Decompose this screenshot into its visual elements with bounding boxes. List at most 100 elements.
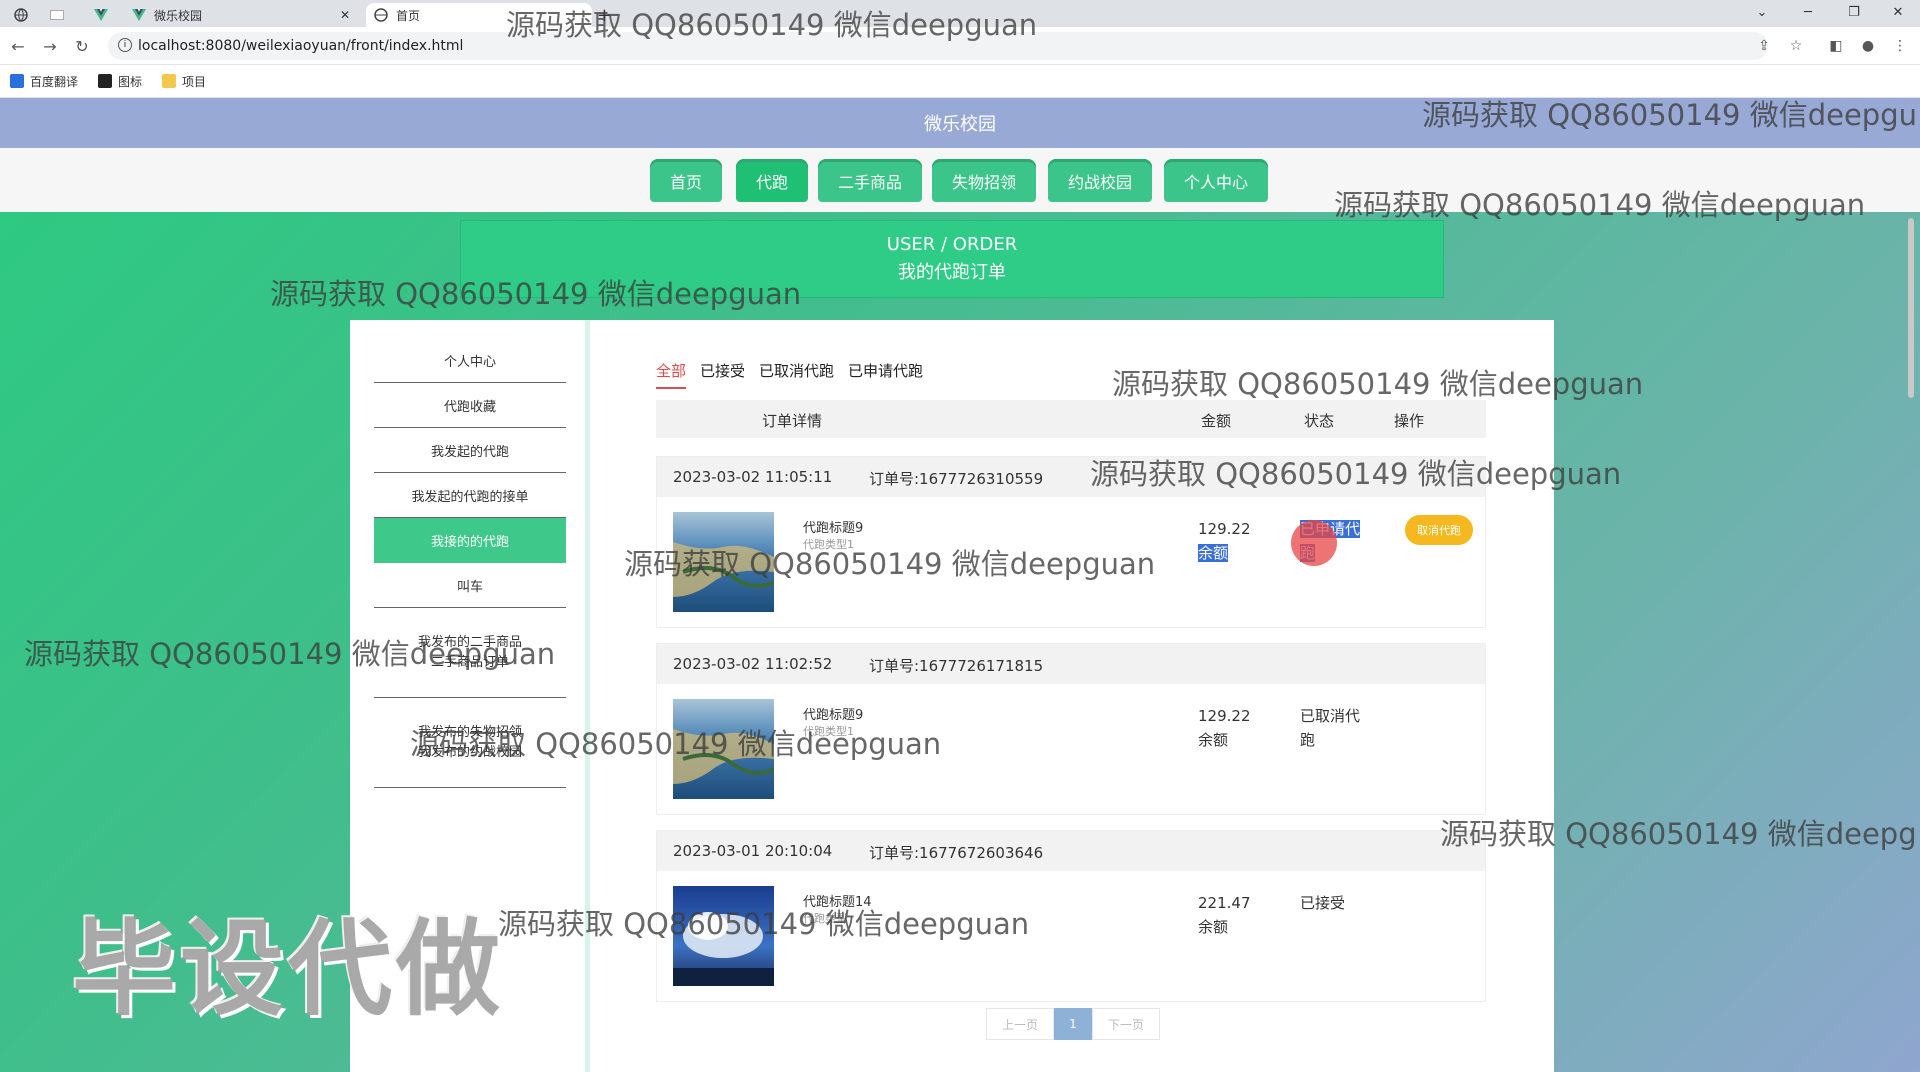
banner-cn: 我的代跑订单	[898, 262, 1006, 283]
watermark: 源码获取 QQ86050149 微信deepguan	[1090, 457, 1622, 491]
header-status: 状态	[1304, 412, 1335, 430]
browser-tab-3[interactable]	[94, 3, 116, 27]
tab-cancelled[interactable]: 已取消代跑	[759, 360, 834, 389]
vue-logo-icon	[132, 8, 146, 22]
scrollbar-thumb[interactable]	[1908, 218, 1914, 398]
browser-tab-4[interactable]: 微乐校园 ✕	[132, 3, 358, 27]
restore-icon[interactable]: ❐	[1832, 0, 1876, 24]
menu-home[interactable]: 首页	[650, 159, 722, 202]
watermark: 源码获取 QQ86050149 微信deepguan	[1334, 188, 1866, 222]
bookmark-translate[interactable]: 百度翻译	[10, 73, 78, 90]
menu-lost-found[interactable]: 失物招领	[932, 159, 1036, 202]
forward-icon[interactable]: →	[40, 36, 60, 56]
browser-tab-title: 微乐校园	[154, 8, 203, 23]
pay-method: 余额	[1198, 918, 1229, 936]
close-window-icon[interactable]: ✕	[1876, 0, 1920, 24]
globe-icon	[374, 8, 388, 22]
menu-errand[interactable]: 代跑	[736, 159, 808, 202]
sidepanel-icon[interactable]: ◧	[1828, 38, 1844, 54]
menu-secondhand[interactable]: 二手商品	[818, 159, 922, 202]
star-icon[interactable]: ☆	[1788, 38, 1804, 54]
sidebar-item-favorites[interactable]: 代跑收藏	[374, 383, 566, 428]
order-number: 订单号:1677726171815	[869, 657, 1044, 675]
sidebar-item-taken-errands[interactable]: 我接的的代跑	[374, 518, 566, 563]
site-title: 微乐校园	[924, 114, 996, 135]
order-amount: 129.22 余额	[1198, 704, 1251, 752]
back-icon[interactable]: ←	[8, 36, 28, 56]
order-time: 2023-03-02 11:05:11	[673, 468, 833, 486]
cancel-errand-button[interactable]: 取消代跑	[1405, 515, 1473, 545]
amount-value: 129.22	[1198, 707, 1251, 725]
header-action: 操作	[1394, 412, 1425, 430]
folder-icon	[162, 74, 177, 88]
header-amount: 金额	[1201, 412, 1232, 430]
sidebar-item-my-errands[interactable]: 我发起的代跑	[374, 428, 566, 473]
order-status: 已接受	[1300, 894, 1346, 912]
page-1-button[interactable]: 1	[1054, 1008, 1092, 1040]
watermark: 源码获取 QQ86050149 微信deepguan	[498, 907, 1030, 941]
info-icon[interactable]: i	[118, 38, 132, 52]
tab-applied[interactable]: 已申请代跑	[848, 360, 923, 389]
banner-en: USER / ORDER	[886, 234, 1018, 255]
reload-icon[interactable]: ↻	[72, 36, 92, 56]
bookmark-label: 项目	[182, 74, 207, 89]
watermark: 源码获取 QQ86050149 微信deepg	[1440, 817, 1917, 851]
order-head: 2023-03-01 20:10:04 订单号:1677672603646	[657, 831, 1485, 871]
header-detail: 订单详情	[762, 412, 823, 430]
order-amount: 221.47 余额	[1198, 891, 1251, 939]
browser-tab-1[interactable]	[14, 3, 36, 27]
amount-value: 129.22	[1198, 520, 1251, 538]
order-time: 2023-03-01 20:10:04	[673, 842, 833, 860]
order-head: 2023-03-02 11:02:52 订单号:1677726171815	[657, 644, 1485, 684]
next-page-button[interactable]: 下一页	[1092, 1008, 1160, 1040]
watermark: 源码获取 QQ86050149 微信deepguan	[506, 8, 1038, 42]
watermark: 源码获取 QQ86050149 微信deepguan	[24, 637, 556, 671]
tab-all[interactable]: 全部	[656, 360, 687, 389]
browser-tab-title: 首页	[396, 8, 421, 23]
close-icon[interactable]: ✕	[340, 8, 350, 22]
url-text: localhost:8080/weilexiaoyuan/front/index…	[138, 38, 464, 54]
browser-tab-2[interactable]	[50, 3, 72, 27]
pay-method: 余额	[1198, 731, 1229, 749]
bookmark-label: 百度翻译	[30, 74, 79, 89]
amount-value: 221.47	[1198, 894, 1251, 912]
sidebar-item-errand-accepts[interactable]: 我发起的代跑的接单	[374, 473, 566, 518]
watermark: 源码获取 QQ86050149 微信deepguan	[270, 277, 802, 311]
order-tabs: 全部 已接受 已取消代跑 已申请代跑	[656, 360, 937, 389]
pagination: 上一页 1 下一页	[986, 1008, 1160, 1040]
big-watermark: 毕设代做	[72, 908, 505, 1030]
tab-accepted[interactable]: 已接受	[700, 360, 745, 389]
menu-profile[interactable]: 个人中心	[1164, 159, 1268, 202]
bookmark-label: 图标	[118, 74, 143, 89]
minimize-icon[interactable]: ─	[1786, 0, 1830, 24]
order-time: 2023-03-02 11:02:52	[673, 655, 833, 673]
pay-method: 余额	[1198, 544, 1229, 562]
translate-icon	[10, 74, 24, 88]
more-icon[interactable]: ⋮	[1892, 38, 1908, 54]
order-status: 已取消代跑	[1300, 707, 1361, 749]
page-scrollbar[interactable]	[1906, 218, 1916, 1068]
order-amount: 129.22 余额	[1198, 517, 1251, 565]
menu-campus-match[interactable]: 约战校园	[1048, 159, 1152, 202]
profile-icon[interactable]: ●	[1860, 38, 1876, 54]
share-icon[interactable]: ⇪	[1756, 38, 1772, 54]
table-header: 订单详情 金额 状态 操作	[656, 400, 1486, 438]
prev-page-button[interactable]: 上一页	[986, 1008, 1054, 1040]
image-icon	[98, 74, 113, 88]
order-number: 订单号:1677726310559	[869, 470, 1044, 488]
bookmark-icons[interactable]: 图标	[98, 73, 142, 90]
order-number: 订单号:1677672603646	[869, 844, 1044, 862]
sidebar-item-car[interactable]: 叫车	[374, 563, 566, 608]
watermark: 源码获取 QQ86050149 微信deepguan	[1112, 367, 1644, 401]
chevron-down-icon[interactable]: ⌄	[1740, 0, 1784, 24]
order-title[interactable]: 代跑标题9	[803, 517, 863, 536]
watermark: 源码获取 QQ86050149 微信deepguan	[410, 727, 942, 761]
cursor-highlight	[1291, 520, 1337, 566]
vue-logo-icon	[94, 8, 108, 22]
watermark: 源码获取 QQ86050149 微信deepguan	[624, 547, 1156, 581]
content-panel: 个人中心 代跑收藏 我发起的代跑 我发起的代跑的接单 我接的的代跑 叫车 我发布…	[350, 320, 1554, 1072]
page-icon	[50, 8, 64, 22]
sidebar-item-profile[interactable]: 个人中心	[374, 338, 566, 383]
bookmark-project[interactable]: 项目	[162, 73, 206, 90]
watermark: 源码获取 QQ86050149 微信deepgu	[1422, 98, 1917, 132]
